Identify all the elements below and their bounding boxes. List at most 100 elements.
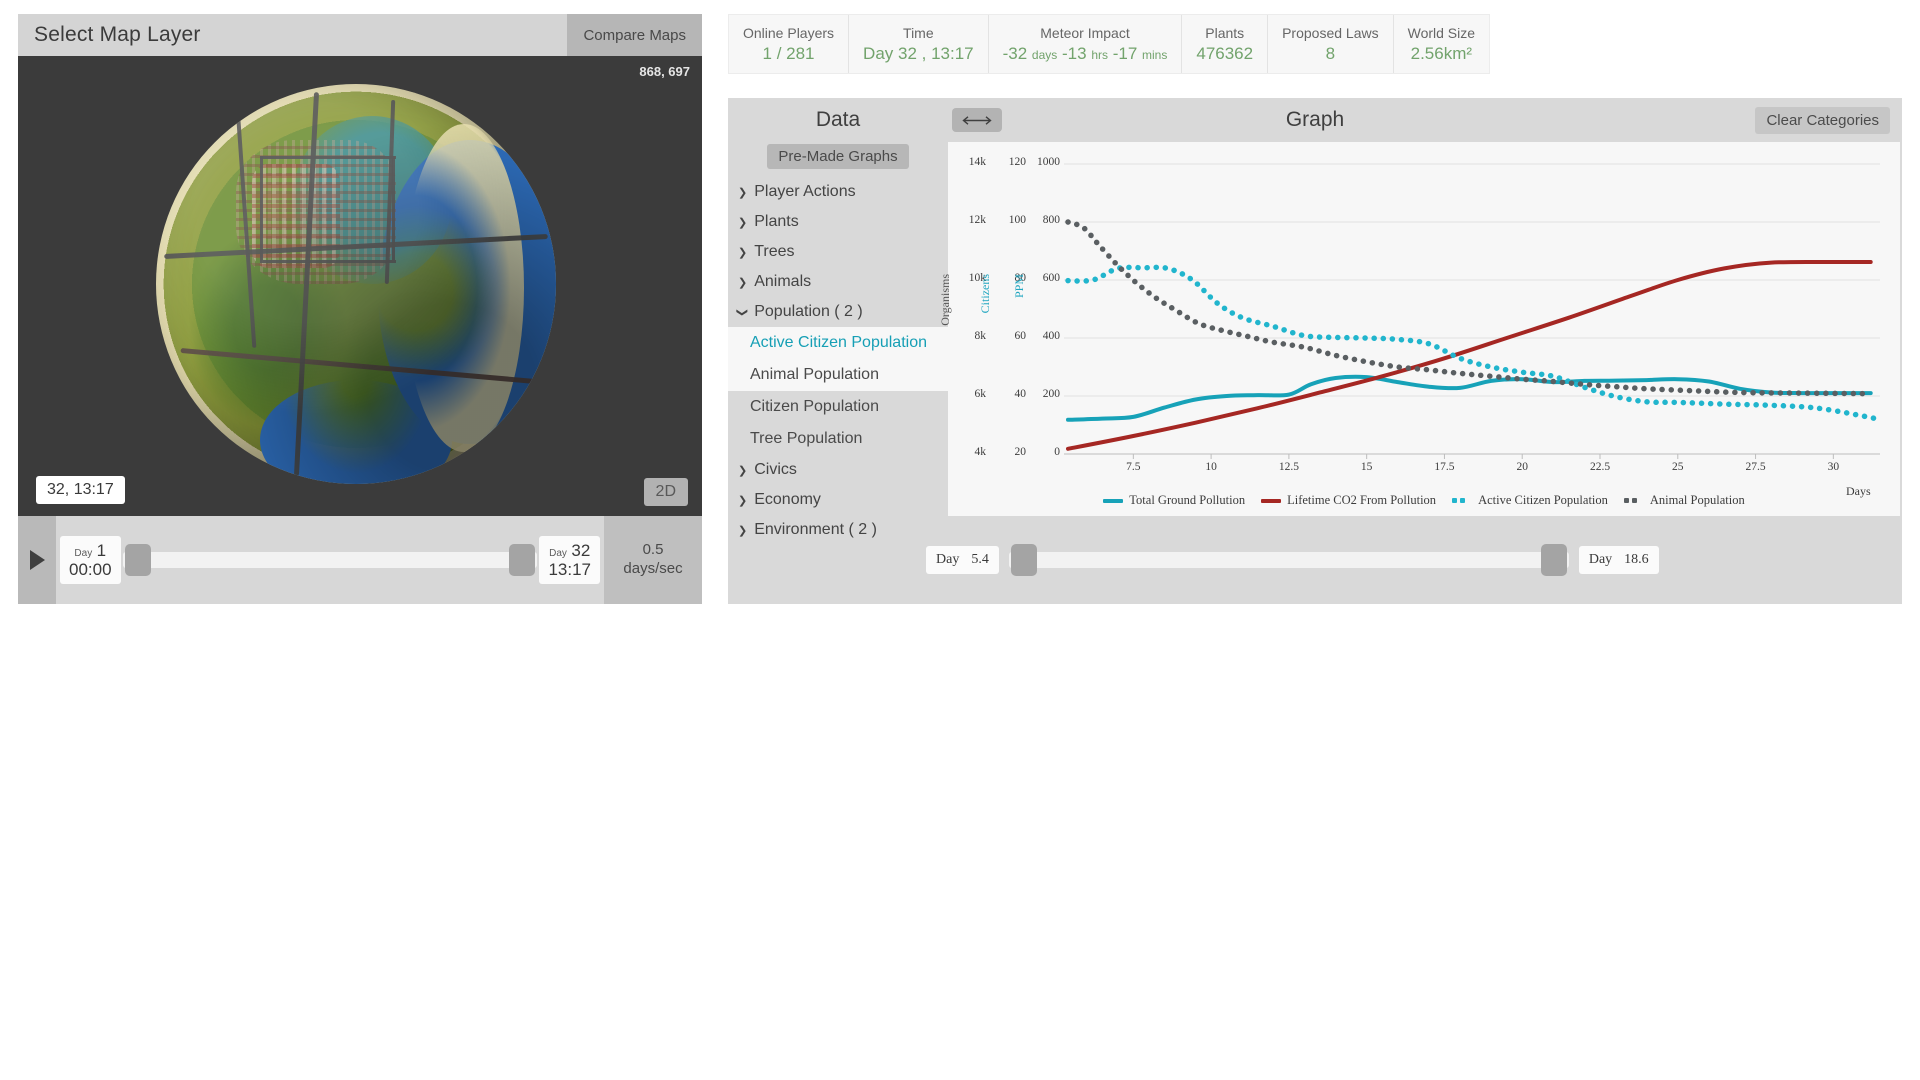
- tree-node-economy[interactable]: ❯Economy: [728, 485, 948, 515]
- globe-road-block-right: [392, 156, 395, 260]
- globe-road-block-top: [260, 156, 396, 159]
- legend-label: Animal Population: [1650, 493, 1745, 508]
- chevron-right-icon[interactable]: ❯: [738, 464, 747, 477]
- playback-slider-handle-left[interactable]: [125, 544, 151, 576]
- ytick-citizens: 60: [992, 330, 1026, 342]
- chevron-right-icon[interactable]: ❯: [738, 186, 747, 199]
- legend-item-lifetime-co2-from-pollution[interactable]: Lifetime CO2 From Pollution: [1261, 493, 1436, 508]
- tree-item-active-citizen-population[interactable]: Active Citizen Population: [728, 327, 948, 359]
- chevron-right-icon[interactable]: ❯: [738, 246, 747, 259]
- range-start-label: Day: [936, 552, 959, 568]
- tree-node-label: Trees: [754, 243, 794, 261]
- legend-item-active-citizen-population[interactable]: Active Citizen Population: [1452, 493, 1608, 508]
- chart-series-animal-population: [1068, 222, 1871, 394]
- legend-label: Total Ground Pollution: [1129, 493, 1245, 508]
- tree-node-label: Civics: [754, 461, 797, 479]
- map-viewport[interactable]: 868, 697: [18, 56, 702, 516]
- stat-label: World Size: [1408, 25, 1475, 41]
- xtick-label: 7.5: [1113, 461, 1153, 473]
- tree-node-label: Animals: [754, 273, 811, 291]
- playback-end-day-value: 32: [571, 541, 590, 560]
- data-panel-title: Data: [728, 108, 948, 132]
- stat-proposed-laws: Proposed Laws 8: [1268, 15, 1394, 73]
- range-slider-handle-right[interactable]: [1541, 544, 1567, 576]
- tree-node-label: Player Actions: [754, 183, 855, 201]
- horizontal-resize-glyph: [960, 115, 994, 126]
- ytick-ppm: 200: [1026, 388, 1060, 400]
- stat-label: Plants: [1205, 25, 1244, 41]
- legend-item-animal-population[interactable]: Animal Population: [1624, 493, 1745, 508]
- clear-categories-button[interactable]: Clear Categories: [1755, 107, 1890, 134]
- tree-node-trees[interactable]: ❯ Trees: [728, 237, 948, 267]
- legend-swatch-dotted: [1624, 498, 1644, 503]
- playback-end-day-label: Day: [549, 548, 567, 559]
- xtick-label: 12.5: [1269, 461, 1309, 473]
- xtick-label: 30: [1813, 461, 1853, 473]
- xtick-label: 20: [1502, 461, 1542, 473]
- tree-node-population-2[interactable]: ❯Population ( 2 ): [728, 297, 948, 327]
- tree-node-plants[interactable]: ❯ Plants: [728, 207, 948, 237]
- xtick-label: 10: [1191, 461, 1231, 473]
- stat-value: 1 / 281: [763, 44, 815, 64]
- stat-plants: Plants476362: [1182, 15, 1268, 73]
- playback-start-time: 00:00: [69, 560, 112, 579]
- view-mode-button[interactable]: 2D: [644, 478, 688, 506]
- range-slider-handle-left[interactable]: [1011, 544, 1037, 576]
- tree-item-animal-population[interactable]: Animal Population: [728, 359, 948, 391]
- play-button[interactable]: [18, 516, 56, 604]
- globe-sphere: [156, 84, 556, 484]
- chart-series-total-ground-pollution: [1068, 377, 1871, 420]
- tree-node-label: Plants: [754, 213, 798, 231]
- stat-meteor-impact: Meteor Impact-32 days -13 hrs -17 mins: [989, 15, 1183, 73]
- tree-node-environment-2[interactable]: ❯Environment ( 2 ): [728, 515, 948, 545]
- playback-speed[interactable]: 0.5 days/sec: [604, 516, 702, 604]
- play-icon: [30, 550, 45, 570]
- xtick-label: 17.5: [1424, 461, 1464, 473]
- stat-label: Proposed Laws: [1282, 25, 1379, 41]
- tree-node-animals[interactable]: ❯ Animals: [728, 267, 948, 297]
- legend-item-total-ground-pollution[interactable]: Total Ground Pollution: [1103, 493, 1245, 508]
- data-category-tree: Pre-Made Graphs ❯ Player Actions ❯ Plants ❯ T…: [728, 142, 948, 516]
- premade-graphs-button[interactable]: Pre-Made Graphs: [767, 144, 908, 169]
- tree-node-civics[interactable]: ❯ Civics: [728, 455, 948, 485]
- chevron-right-icon[interactable]: ❯: [738, 276, 747, 289]
- map-coordinates: 868, 697: [639, 64, 690, 79]
- legend-label: Active Citizen Population: [1478, 493, 1608, 508]
- playback-slider[interactable]: [123, 552, 538, 568]
- range-end-label: Day: [1589, 552, 1612, 568]
- x-axis-title: Days: [1846, 484, 1871, 499]
- ytick-ppm: 800: [1026, 214, 1060, 226]
- playback-slider-handle-right[interactable]: [509, 544, 535, 576]
- chart-area[interactable]: Total Ground Pollution Lifetime CO2 From …: [948, 142, 1900, 516]
- playback-speed-unit: days/sec: [623, 560, 682, 579]
- chart-series-active-citizen-population: [1068, 267, 1880, 419]
- axis-title-citizens: Citizens: [978, 274, 993, 313]
- chevron-right-icon[interactable]: ❯: [738, 524, 747, 537]
- tree-item-tree-population[interactable]: Tree Population: [728, 423, 948, 455]
- stat-label: Online Players: [743, 25, 834, 41]
- playback-timeline: Day 1 00:00 Day 32 13:17: [56, 516, 604, 604]
- tree-item-citizen-population[interactable]: Citizen Population: [728, 391, 948, 423]
- legend-label: Lifetime CO2 From Pollution: [1287, 493, 1436, 508]
- world-globe[interactable]: [156, 84, 556, 484]
- map-panel: Select Map Layer Compare Maps 868, 697: [18, 14, 702, 604]
- compare-maps-button[interactable]: Compare Maps: [567, 14, 702, 56]
- chevron-right-icon[interactable]: ❯: [738, 216, 747, 229]
- xtick-label: 27.5: [1736, 461, 1776, 473]
- graph-body: Pre-Made Graphs ❯ Player Actions ❯ Plants ❯ T…: [728, 142, 1902, 516]
- range-end-chip: Day 18.6: [1579, 546, 1659, 574]
- chevron-down-icon[interactable]: ❯: [736, 307, 749, 316]
- tree-node-player-actions[interactable]: ❯ Player Actions: [728, 177, 948, 207]
- legend-swatch-dotted: [1452, 498, 1472, 503]
- horizontal-resize-icon[interactable]: [952, 108, 1002, 132]
- stats-bar: Online Players1 / 281TimeDay 32 , 13:17M…: [728, 14, 1490, 74]
- stat-label: Meteor Impact: [1040, 25, 1129, 41]
- range-slider[interactable]: [1009, 552, 1569, 568]
- ytick-citizens: 20: [992, 446, 1026, 458]
- map-panel-title: Select Map Layer: [18, 23, 201, 47]
- premade-graphs-wrap: Pre-Made Graphs: [728, 144, 948, 169]
- ytick-citizens: 100: [992, 214, 1026, 226]
- range-end-value: 18.6: [1624, 552, 1649, 568]
- stat-value: 8: [1326, 44, 1335, 64]
- chevron-right-icon[interactable]: ❯: [738, 494, 747, 507]
